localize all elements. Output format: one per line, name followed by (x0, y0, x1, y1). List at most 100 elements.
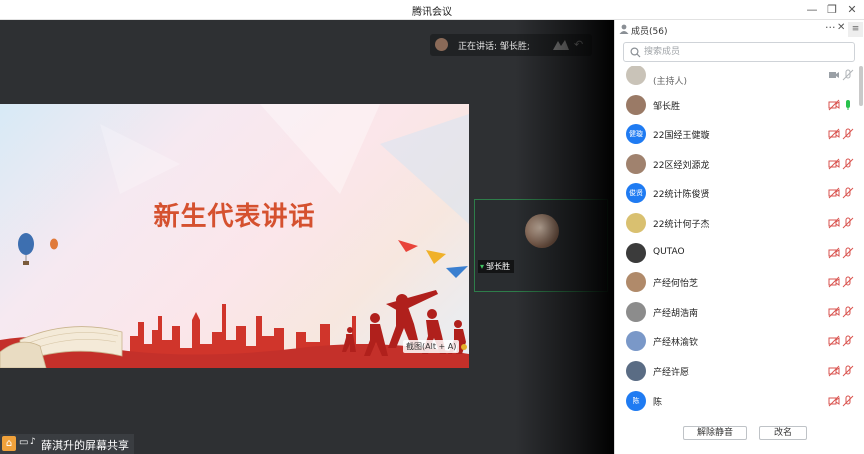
mic-muted-icon[interactable] (841, 187, 855, 199)
member-avatar (626, 213, 646, 233)
member-list: (主持人) 邹长胜健璇 22国经王健璇 22区经刘源龙俊贤 22统计陈俊贤 22统计何子杰… (615, 66, 864, 422)
member-row[interactable]: 22区经刘源龙 (615, 149, 857, 179)
member-name: 22统计陈俊贤 (653, 190, 710, 201)
close-panel-button[interactable]: ✕ (837, 22, 845, 33)
video-off-icon[interactable] (827, 128, 841, 140)
video-off-icon[interactable] (827, 335, 841, 347)
audio-wave-icon (553, 40, 569, 50)
member-avatar (626, 66, 646, 85)
member-row[interactable]: 产经林渝钦 (615, 326, 857, 356)
member-name: 22统计何子杰 (653, 220, 710, 230)
mic-active-icon: ▾ (480, 262, 485, 271)
raise-hand-icon[interactable]: ↶ (574, 38, 583, 51)
screen-icon: ▭ (19, 437, 29, 448)
member-avatar (626, 331, 646, 352)
member-row[interactable]: 邹长胜 (615, 90, 857, 120)
mic-muted-icon[interactable] (841, 158, 855, 170)
speaking-indicator: 正在讲话: 邹长胜; ↶ (430, 34, 592, 56)
member-name: 产经胡浩南 (653, 308, 699, 319)
video-off-icon[interactable] (827, 306, 841, 318)
video-tile-name: 邹长胜 (486, 262, 511, 271)
video-off-icon[interactable] (827, 187, 841, 199)
mic-muted-icon[interactable] (841, 395, 855, 407)
members-title: 成员(56) (631, 27, 668, 37)
member-name: 产经林渝钦 (653, 338, 699, 349)
mic-muted-icon[interactable] (841, 306, 855, 318)
member-name: 产经何怡芝 (653, 279, 699, 290)
search-input[interactable] (644, 45, 844, 59)
member-avatar (626, 272, 646, 293)
mic-muted-icon[interactable] (841, 335, 855, 347)
video-off-icon[interactable] (827, 395, 841, 407)
member-avatar (626, 301, 646, 322)
window-title: 腾讯会议 (412, 7, 452, 18)
member-name: 邹长胜 (653, 101, 681, 112)
screen-share-bar[interactable]: ⌂ ▭ ♪ 薛淇升的屏幕共享 (0, 434, 134, 454)
member-row[interactable]: (主持人) (615, 66, 857, 90)
mic-muted-icon[interactable] (841, 247, 855, 259)
member-row[interactable]: 产经何怡芝 (615, 267, 857, 297)
member-avatar (626, 94, 646, 115)
member-row[interactable]: 陈陈 (615, 386, 857, 416)
close-window-button[interactable]: ✕ (843, 2, 861, 18)
video-off-icon[interactable] (827, 247, 841, 259)
member-avatar: 健璇 (626, 124, 646, 145)
member-row[interactable]: QUTAO (615, 238, 857, 268)
video-off-icon[interactable] (827, 99, 841, 111)
screen-share-label: 薛淇升的屏幕共享 (41, 439, 129, 452)
unmute-all-button[interactable]: 解除静音 (683, 426, 747, 440)
more-options-icon[interactable]: ··· (825, 21, 836, 34)
member-avatar (626, 242, 646, 263)
person-icon (619, 24, 629, 34)
member-role: (主持人) (653, 77, 688, 87)
speaking-label: 正在讲话: 邹长胜; (458, 42, 530, 52)
title-bar: 腾讯会议 — ❐ ✕ (0, 0, 864, 20)
member-name: 22区经刘源龙 (653, 160, 710, 171)
member-avatar (626, 361, 646, 381)
meeting-stage: 正在讲话: 邹长胜; ↶ 新生代表讲话 截图(Alt + A) ▾ 邹长胜 (0, 20, 614, 454)
screenshot-tooltip: 截图(Alt + A) (403, 340, 460, 353)
mic-icon: ♪ (30, 437, 36, 447)
member-row[interactable]: 产经许愿 (615, 356, 857, 386)
mic-speaking-icon[interactable] (841, 99, 855, 111)
shared-screen-slide: 新生代表讲话 (0, 104, 469, 368)
member-avatar (626, 153, 646, 174)
member-row[interactable]: 产经胡浩南 (615, 297, 857, 327)
mic-muted-icon[interactable] (841, 276, 855, 288)
member-name: QUTAO (653, 246, 685, 257)
members-panel: 成员(56) ··· ✕ ≡ (主持人) 邹长胜健璇 22国经王健璇 22区经刘源龙俊… (614, 20, 864, 454)
search-icon (630, 47, 641, 58)
mic-muted-icon[interactable] (841, 217, 855, 229)
video-off-icon[interactable] (827, 158, 841, 170)
video-off-icon[interactable] (827, 276, 841, 288)
video-off-icon[interactable] (827, 217, 841, 229)
participant-video-tile[interactable]: ▾ 邹长胜 (474, 199, 608, 292)
mic-muted-icon[interactable] (841, 365, 855, 377)
member-row[interactable]: 俊贤 22统计陈俊贤 (615, 178, 857, 208)
rename-button[interactable]: 改名 (759, 426, 807, 440)
member-row[interactable]: 22统计何子杰 (615, 208, 857, 238)
maximize-button[interactable]: ❐ (823, 2, 841, 18)
member-list-scrollbar[interactable] (859, 66, 863, 106)
screenshot-icon[interactable] (461, 344, 467, 350)
participant-avatar (525, 214, 559, 248)
mic-muted-icon[interactable] (841, 128, 855, 140)
member-name: 产经许愿 (653, 368, 690, 378)
video-off-icon[interactable] (827, 365, 841, 377)
members-panel-header: 成员(56) ··· ✕ ≡ (615, 20, 864, 40)
member-row[interactable]: 健璇 22国经王健璇 (615, 119, 857, 149)
user-icon: ⌂ (2, 436, 16, 451)
minimize-button[interactable]: — (803, 2, 821, 18)
member-avatar: 俊贤 (626, 183, 646, 204)
member-name: 陈 (653, 397, 663, 408)
member-avatar: 陈 (626, 390, 646, 411)
video-tile-label: ▾ 邹长胜 (478, 260, 515, 273)
member-search[interactable] (623, 42, 855, 62)
slide-illustration (0, 104, 469, 368)
mic-muted-icon[interactable] (841, 69, 855, 81)
speaker-avatar (435, 38, 448, 51)
panel-menu-button[interactable]: ≡ (848, 22, 863, 37)
member-name: 22国经王健璇 (653, 131, 710, 142)
video-on-icon[interactable] (827, 69, 841, 81)
slide-headline: 新生代表讲话 (153, 202, 316, 232)
